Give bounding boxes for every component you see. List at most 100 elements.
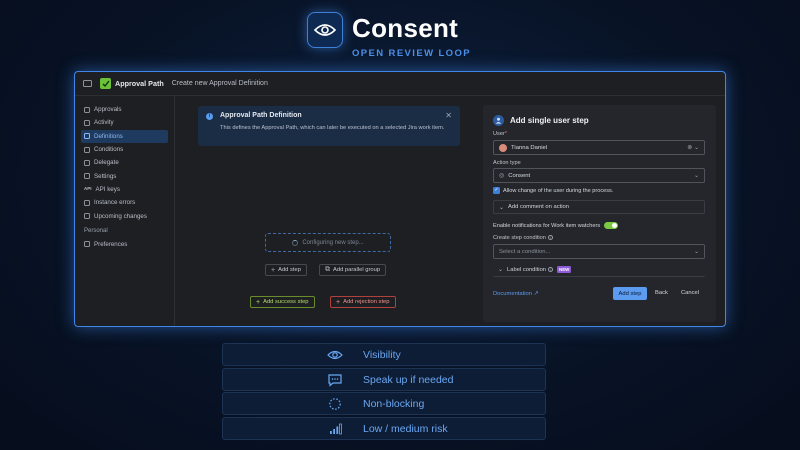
settings-icon [84, 173, 90, 180]
add-success-step-label: Add success step [263, 299, 309, 305]
placeholder-label: Configuring new step... [302, 239, 364, 246]
sidebar-item-label: Approvals [94, 106, 122, 114]
documentation-link[interactable]: Documentation ↗ [493, 291, 538, 297]
feature-item-non-blocking: Non-blocking [222, 392, 546, 415]
signal-bars-icon [327, 422, 343, 436]
banner-title: Approval Path Definition [220, 112, 302, 119]
app-window: Approval Path Create new Approval Defini… [74, 71, 726, 327]
user-select[interactable]: Tianna Daniel ⊗ ⌄ [493, 140, 705, 155]
chevron-down-icon: ⌄ [499, 204, 505, 211]
allow-change-label: Allow change of the user during the proc… [503, 187, 614, 194]
feature-item-visibility: Visibility [222, 343, 546, 366]
user-label: User* [493, 131, 507, 137]
sidebar-item-conditions[interactable]: Conditions [81, 143, 168, 156]
action-type-select[interactable]: ◎ Consent ⌄ [493, 168, 705, 183]
hero-subtitle: OPEN REVIEW LOOP [352, 48, 471, 59]
sidebar-item-activity[interactable]: Activity [81, 116, 168, 129]
add-step-submit-button[interactable]: Add step [613, 287, 647, 300]
add-success-step-button[interactable]: + Add success step [250, 296, 315, 308]
panel-title: Add single user step [510, 116, 589, 125]
add-rejection-step-label: Add rejection step [343, 299, 390, 305]
allow-change-checkbox[interactable]: ✓ Allow change of the user during the pr… [493, 187, 613, 194]
user-value: Tianna Daniel [511, 144, 548, 151]
spinner-icon [292, 239, 299, 246]
top-bar: Approval Path Create new Approval Defini… [75, 72, 725, 96]
cancel-button[interactable]: Cancel [681, 290, 699, 296]
sidebar-section-personal: Personal [84, 227, 108, 234]
plus-icon: + [256, 298, 261, 306]
clear-chevron-icon[interactable]: ⊗ ⌄ [687, 144, 699, 151]
sidebar-item-settings[interactable]: Settings [81, 169, 168, 182]
hero-title: Consent [352, 13, 459, 43]
consent-eye-icon [307, 12, 343, 48]
sidebar-item-label: Instance errors [94, 199, 136, 207]
add-parallel-group-button[interactable]: ⧉ Add parallel group [319, 264, 387, 276]
label-condition-label: Label condition [507, 266, 547, 273]
info-icon: i [206, 113, 213, 120]
info-icon: i [547, 235, 553, 240]
info-icon: i [548, 267, 554, 272]
add-step-button[interactable]: + Add step [265, 264, 307, 276]
banner-description: This defines the Approval Path, which ca… [220, 125, 445, 131]
required-marker: * [504, 131, 507, 137]
feature-item-speak-up: Speak up if needed [222, 368, 546, 391]
definitions-icon [84, 133, 90, 140]
create-condition-text: Create step condition [493, 235, 546, 241]
definition-canvas: i Approval Path Definition This defines … [175, 96, 480, 326]
feature-label: Low / medium risk [363, 423, 448, 435]
chevron-down-icon[interactable]: ⌄ [694, 248, 699, 255]
api-icon: API [84, 186, 92, 192]
feature-item-risk: Low / medium risk [222, 417, 546, 440]
sidebar-item-preferences[interactable]: Preferences [81, 238, 168, 251]
app-logo-icon [100, 78, 111, 89]
parallel-group-icon: ⧉ [325, 266, 330, 273]
back-button[interactable]: Back [655, 290, 668, 296]
sidebar: Approvals Activity Definitions Condition… [75, 96, 175, 326]
chat-bubble-icon [327, 373, 343, 387]
condition-placeholder: Select a condition... [499, 248, 551, 255]
changes-icon [84, 213, 90, 220]
sidebar-item-upcoming-changes[interactable]: Upcoming changes [81, 209, 168, 222]
add-step-label: Add step [278, 267, 301, 273]
user-icon [493, 115, 504, 126]
sidebar-item-definitions[interactable]: Definitions [81, 129, 168, 143]
plus-icon: + [336, 298, 341, 306]
sidebar-item-api-keys[interactable]: API API keys [81, 183, 168, 196]
chevron-down-icon[interactable]: ⌄ [694, 172, 699, 179]
add-comment-collapsible[interactable]: ⌄ Add comment on action [493, 200, 705, 214]
dashed-circle-icon [327, 397, 343, 411]
sidebar-item-label: Settings [94, 172, 117, 180]
feature-label: Visibility [363, 349, 401, 361]
sidebar-item-label: API keys [95, 185, 120, 193]
sidebar-item-delegate[interactable]: Delegate [81, 156, 168, 169]
chevron-down-icon: ⌄ [498, 267, 504, 273]
sidebar-item-label: Preferences [94, 240, 128, 248]
eye-icon [327, 348, 343, 362]
avatar [499, 143, 507, 152]
add-rejection-step-button[interactable]: + Add rejection step [330, 296, 396, 308]
label-condition-collapsible[interactable]: ⌄ Label condition i NEW [493, 263, 705, 277]
sidebar-item-approvals[interactable]: Approvals [81, 103, 168, 116]
conditions-icon [84, 146, 90, 153]
app-name[interactable]: Approval Path [115, 79, 164, 88]
plus-icon: + [271, 266, 276, 274]
create-condition-label: Create step condition i [493, 235, 553, 241]
feature-label: Non-blocking [363, 398, 425, 410]
configuring-step-placeholder: Configuring new step... [265, 233, 391, 252]
sidebar-toggle-icon[interactable] [83, 80, 92, 87]
close-icon[interactable]: ✕ [445, 111, 452, 120]
eye-icon: ◎ [499, 173, 505, 179]
feature-label: Speak up if needed [363, 374, 454, 386]
sidebar-item-label: Activity [94, 119, 114, 127]
activity-icon [84, 119, 90, 126]
approvals-icon [84, 106, 90, 113]
sidebar-item-label: Conditions [94, 146, 124, 154]
notifications-toggle[interactable] [604, 222, 619, 229]
errors-icon [84, 199, 90, 206]
delegate-icon [84, 159, 90, 166]
add-parallel-group-label: Add parallel group [333, 267, 381, 273]
sidebar-item-instance-errors[interactable]: Instance errors [81, 196, 168, 209]
condition-select[interactable]: Select a condition... ⌄ [493, 244, 705, 259]
info-banner: i Approval Path Definition This defines … [198, 106, 460, 146]
checkbox-checked-icon[interactable]: ✓ [493, 187, 500, 194]
